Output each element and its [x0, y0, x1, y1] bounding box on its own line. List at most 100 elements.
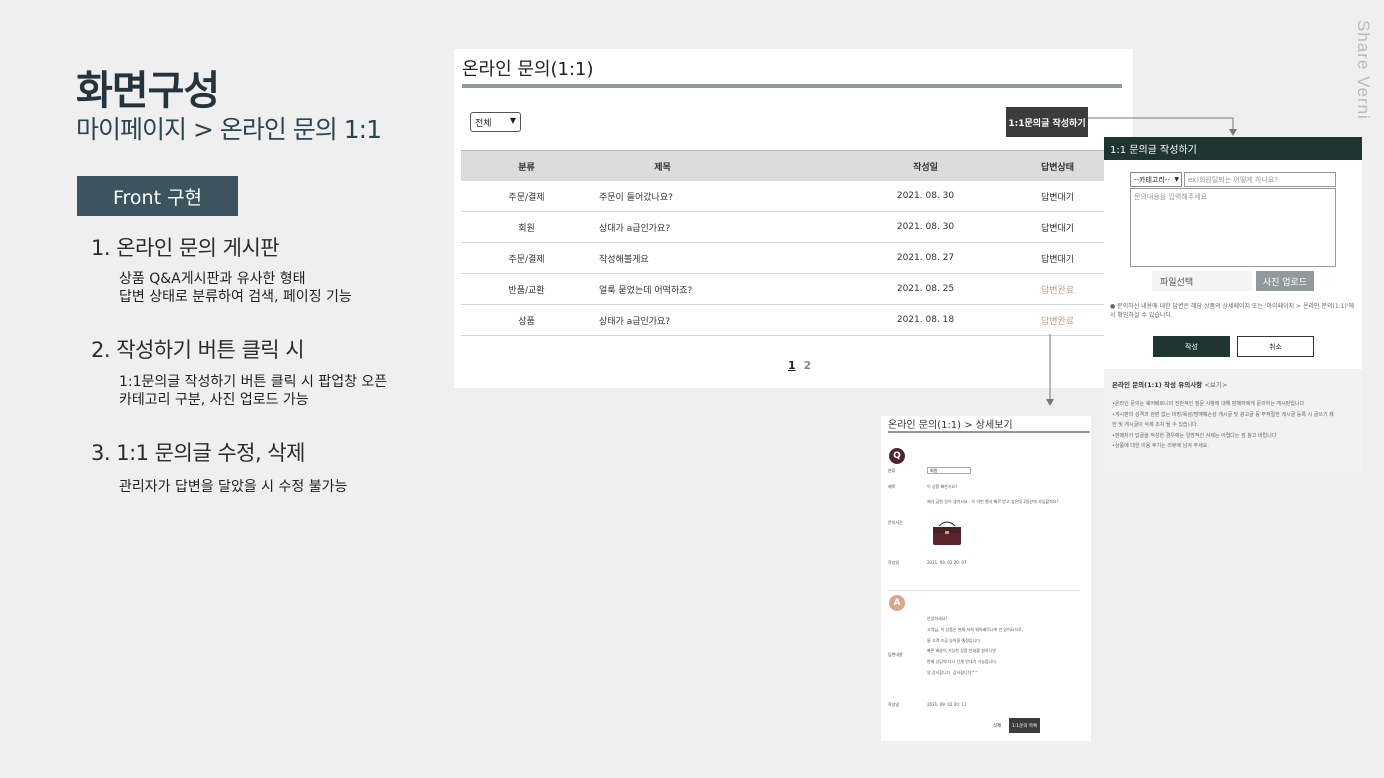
row-category: 상품 [518, 316, 535, 327]
answer-line: 빠른 배송이 가능한 상품 안내를 원하시면 [927, 648, 996, 654]
board-title: 온라인 문의(1:1) [462, 59, 594, 80]
row-date: 2021. 08. 25 [896, 284, 955, 294]
status-filter-select[interactable]: 전체 ▼ [470, 112, 521, 132]
front-badge: Front 구현 [77, 176, 238, 216]
detail-title: 온라인 문의(1:1) > 상세보기 [888, 420, 1013, 431]
category-select-value: --카테고리-- [1134, 175, 1170, 184]
write-inquiry-button[interactable]: 1:1문의글 작성하기 [1006, 107, 1088, 137]
guide-title: 온라인 문의(1:1) 작성 유의사항 <보기> [1112, 379, 1354, 389]
title-input[interactable]: ex)회원탈퇴는 어떻게 하나요? [1184, 172, 1336, 187]
guide-line: 한 및 게시글이 삭제 조치 될 수 있습니다. [1112, 422, 1199, 428]
page-link-current[interactable]: 1 [788, 359, 796, 372]
label-date: 작성일 [888, 560, 900, 565]
section-desc-2: 1:1문의글 작성하기 버튼 클릭 시 팝업창 오픈 카테고리 구분, 사진 업… [119, 373, 387, 409]
answer-date: 2021. 09. 02 20: 11 [927, 702, 967, 707]
label-date: 작성일 [888, 702, 900, 707]
chevron-down-icon: ▼ [1174, 176, 1179, 183]
detail-body: 제가 급한 일이 생겨서요.. 꼭 이번 행사 빠르 받고 싶은데 2일안에 가… [927, 499, 1059, 504]
row-category: 회원 [518, 223, 535, 234]
column-header-date: 작성일 [913, 162, 938, 173]
category-select[interactable]: --카테고리-- ▼ [1130, 172, 1182, 187]
section-desc-line: 상품 Q&A게시판과 유사한 형태 [119, 271, 306, 287]
section-desc-line: 답변 상태로 분류하여 검색, 페이징 기능 [119, 289, 352, 305]
question-date: 2021. 09. 02 20: 07 [927, 560, 967, 565]
answer-line: 양 감사합니다. 감사합니다^^ [927, 669, 978, 675]
table-row[interactable]: 회원 상대가 a급인가요? 2021. 08. 30 답변대기 [461, 212, 1122, 243]
brand-label: Share Verni [1354, 20, 1373, 120]
answer-line: 둘 고객 조금 늦어질 예정입니다. [927, 637, 982, 643]
inquiry-board-panel: 온라인 문의(1:1) 전체 ▼ 1:1문의글 작성하기 분류 제목 작성일 답… [454, 49, 1133, 388]
detail-subject: 이 상품 빠른가요? [927, 484, 958, 489]
guide-line: •판매자가 답글을 작성한 경우에는 일방적인 삭제는 어렵다는 점 참고 바랍… [1112, 432, 1277, 439]
section-desc-3: 관리자가 답변을 달았을 시 수정 불가능 [119, 478, 347, 496]
label-subject: 제목 [888, 484, 896, 489]
label-category: 분류 [888, 468, 896, 473]
pagination: 1 2 [788, 359, 811, 372]
table-row[interactable]: 반품/교환 얼룩 묻었는데 어떡하죠? 2021. 08. 25 답변완료 [461, 274, 1122, 305]
section-desc-line: 1:1문의글 작성하기 버튼 클릭 시 팝업창 오픈 [119, 374, 388, 390]
row-category: 주문/결제 [508, 254, 545, 265]
delete-button[interactable]: 삭제 [987, 718, 1007, 733]
popup-notice: ● 문의하신 내용에 대한 답변은 해당 상품의 상세페이지 또는 '마이페이지… [1110, 303, 1354, 319]
table-row[interactable]: 주문/결제 작성해볼게요 2021. 08. 27 답변대기 [461, 243, 1122, 274]
column-header-title: 제목 [654, 162, 671, 173]
filter-value: 전체 [475, 118, 492, 129]
row-title[interactable]: 상대가 a급인가요? [592, 221, 858, 234]
divider [462, 84, 1122, 88]
section-desc-1: 상품 Q&A게시판과 유사한 형태 답변 상태로 분류하여 검색, 페이징 기능 [119, 270, 352, 306]
answer-line: 고객님, 이 상품은 현재 저희 쉐어베르니에 안 있어요으로, [927, 626, 1024, 632]
detail-view-panel: 온라인 문의(1:1) > 상세보기 Q 분류 회원 제목 이 상품 빠른가요?… [881, 416, 1091, 741]
guide-title-text: 온라인 문의(1:1) 작성 유의사항 [1112, 381, 1203, 389]
label-photo: 문의사진 [888, 520, 903, 525]
answer-content: 안녕하세요! 고객님, 이 상품은 현재 저희 쉐어베르니에 안 있어요으로, … [927, 614, 1023, 679]
row-status: 답변완료 [1040, 316, 1075, 327]
list-button[interactable]: 1:1문의 목록 [1009, 718, 1040, 733]
label-answer: 답변내용 [888, 652, 903, 657]
question-mark-icon: Q [889, 448, 905, 464]
column-header-category: 분류 [518, 162, 535, 173]
row-date: 2021. 08. 27 [896, 253, 955, 263]
table-header: 분류 제목 작성일 답변상태 [461, 150, 1122, 181]
page-subheading: 마이페이지 > 온라인 문의 1:1 [76, 115, 382, 144]
cancel-button[interactable]: 취소 [1237, 336, 1314, 357]
product-bag-image [933, 521, 961, 545]
column-header-status: 답변상태 [1040, 162, 1075, 173]
row-date: 2021. 08. 18 [896, 315, 955, 325]
divider [888, 590, 1080, 591]
file-select-field[interactable]: 파일선택 [1152, 271, 1252, 291]
row-date: 2021. 08. 30 [896, 191, 955, 201]
inquiry-table: 분류 제목 작성일 답변상태 주문/결제 주문이 들어갔나요? 2021. 08. … [461, 150, 1122, 336]
row-date: 2021. 08. 30 [896, 222, 955, 232]
chevron-down-icon: ▼ [509, 116, 516, 125]
row-title[interactable]: 얼룩 묻었는데 어떡하죠? [592, 283, 858, 296]
row-title[interactable]: 상태가 a급인가요? [592, 314, 858, 327]
answer-mark-icon: A [889, 595, 905, 611]
guide-box: 온라인 문의(1:1) 작성 유의사항 <보기> •온라인 문의는 쉐어베르니의… [1104, 369, 1362, 471]
guide-line: •게시판의 성격과 관련 없는 비방/욕설/명예훼손성 게시글 및 광고글 등 … [1112, 411, 1334, 418]
guide-line: •온라인 문의는 쉐어베르니의 전반적인 질문 사항에 대해 판매자에게 문의하… [1112, 401, 1305, 407]
content-textarea[interactable]: 문의내용을 입력해주세요 [1130, 188, 1336, 267]
section-title-2: 2. 작성하기 버튼 클릭 시 [91, 338, 305, 362]
connector-arrow [1046, 334, 1054, 406]
submit-button[interactable]: 작성 [1153, 336, 1230, 357]
page-link[interactable]: 2 [804, 359, 812, 372]
photo-upload-button[interactable]: 사진 업로드 [1256, 271, 1314, 291]
write-popup: 1:1 문의글 작성하기 --카테고리-- ▼ ex)회원탈퇴는 어떻게 하나요… [1104, 137, 1362, 471]
table-row[interactable]: 주문/결제 주문이 들어갔나요? 2021. 08. 30 답변대기 [461, 181, 1122, 212]
connector-arrow [1088, 117, 1237, 136]
table-row[interactable]: 상품 상태가 a급인가요? 2021. 08. 18 답변완료 [461, 305, 1122, 336]
row-title[interactable]: 작성해볼게요 [592, 252, 858, 265]
row-status: 답변대기 [1040, 192, 1075, 203]
guide-more-link[interactable]: <보기> [1204, 381, 1227, 389]
row-category: 주문/결제 [508, 192, 545, 203]
section-title-1: 1. 온라인 문의 게시판 [91, 236, 280, 260]
answer-line: 안녕하세요! [927, 616, 948, 621]
section-desc-line: 관리자가 답변을 달았을 시 수정 불가능 [119, 479, 348, 495]
row-title[interactable]: 주문이 들어갔나요? [592, 190, 858, 203]
row-status: 답변완료 [1040, 285, 1075, 296]
section-desc-line: 카테고리 구분, 사진 업로드 가능 [119, 392, 309, 408]
section-title-3: 3. 1:1 문의글 수정, 삭제 [91, 441, 305, 465]
detail-category-select[interactable]: 회원 [927, 467, 971, 474]
row-status: 답변대기 [1040, 254, 1075, 265]
answer-line: 판매 상담에 다시 단계 안내가 가능합니다. [927, 659, 998, 665]
